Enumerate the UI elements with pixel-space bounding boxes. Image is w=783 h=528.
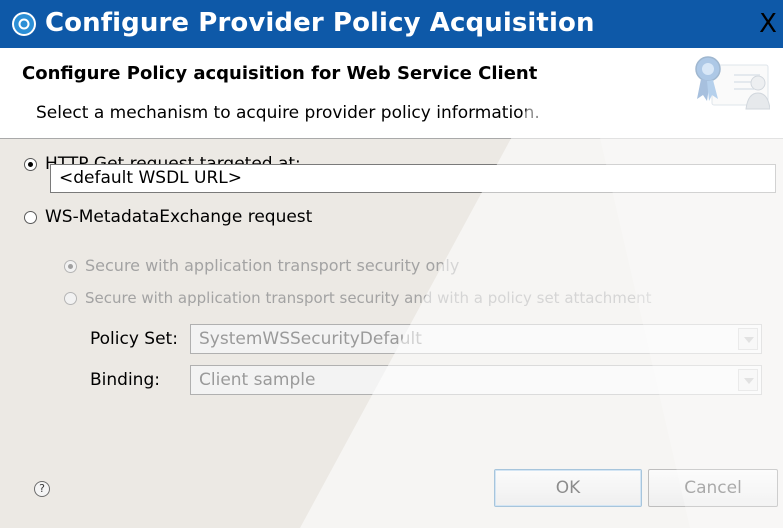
secure-with-policy-label: Secure with application transport securi… bbox=[85, 289, 652, 307]
ws-metadata-label: WS-MetadataExchange request bbox=[45, 207, 313, 227]
secure-transport-only-option[interactable]: Secure with application transport securi… bbox=[64, 255, 459, 277]
policy-set-label: Policy Set: bbox=[90, 329, 178, 349]
policy-set-select[interactable]: SystemWSSecurityDefault bbox=[190, 324, 762, 354]
policy-set-value: SystemWSSecurityDefault bbox=[199, 329, 422, 349]
header-banner: Configure Policy acquisition for Web Ser… bbox=[0, 48, 783, 139]
binding-label: Binding: bbox=[90, 370, 160, 390]
binding-select[interactable]: Client sample bbox=[190, 365, 762, 395]
secure-transport-only-label: Secure with application transport securi… bbox=[85, 256, 460, 275]
configure-provider-policy-dialog: Configure Provider Policy Acquisition X … bbox=[0, 0, 783, 528]
help-icon[interactable]: ? bbox=[34, 481, 50, 497]
secure-with-policy-radio[interactable] bbox=[64, 291, 77, 305]
certificate-user-icon bbox=[695, 56, 770, 110]
wsdl-url-input[interactable]: <default WSDL URL> bbox=[50, 164, 776, 193]
app-icon bbox=[12, 12, 36, 36]
binding-value: Client sample bbox=[199, 370, 316, 390]
secure-transport-only-radio[interactable] bbox=[64, 259, 77, 273]
banner-title: Configure Policy acquisition for Web Ser… bbox=[22, 63, 538, 84]
window-title: Configure Provider Policy Acquisition bbox=[45, 8, 595, 38]
http-get-radio[interactable] bbox=[24, 157, 37, 171]
cancel-button[interactable]: Cancel bbox=[648, 469, 778, 507]
secure-with-policy-option[interactable]: Secure with application transport securi… bbox=[64, 287, 651, 309]
ok-button[interactable]: OK bbox=[494, 469, 642, 507]
banner-description: Select a mechanism to acquire provider p… bbox=[36, 103, 540, 123]
title-bar[interactable]: Configure Provider Policy Acquisition bbox=[0, 0, 783, 48]
close-button[interactable]: X bbox=[753, 8, 783, 40]
ws-metadata-radio[interactable] bbox=[24, 210, 37, 224]
chevron-down-icon[interactable] bbox=[738, 369, 758, 391]
chevron-down-icon[interactable] bbox=[738, 328, 758, 350]
ws-metadata-option[interactable]: WS-MetadataExchange request bbox=[24, 206, 312, 228]
